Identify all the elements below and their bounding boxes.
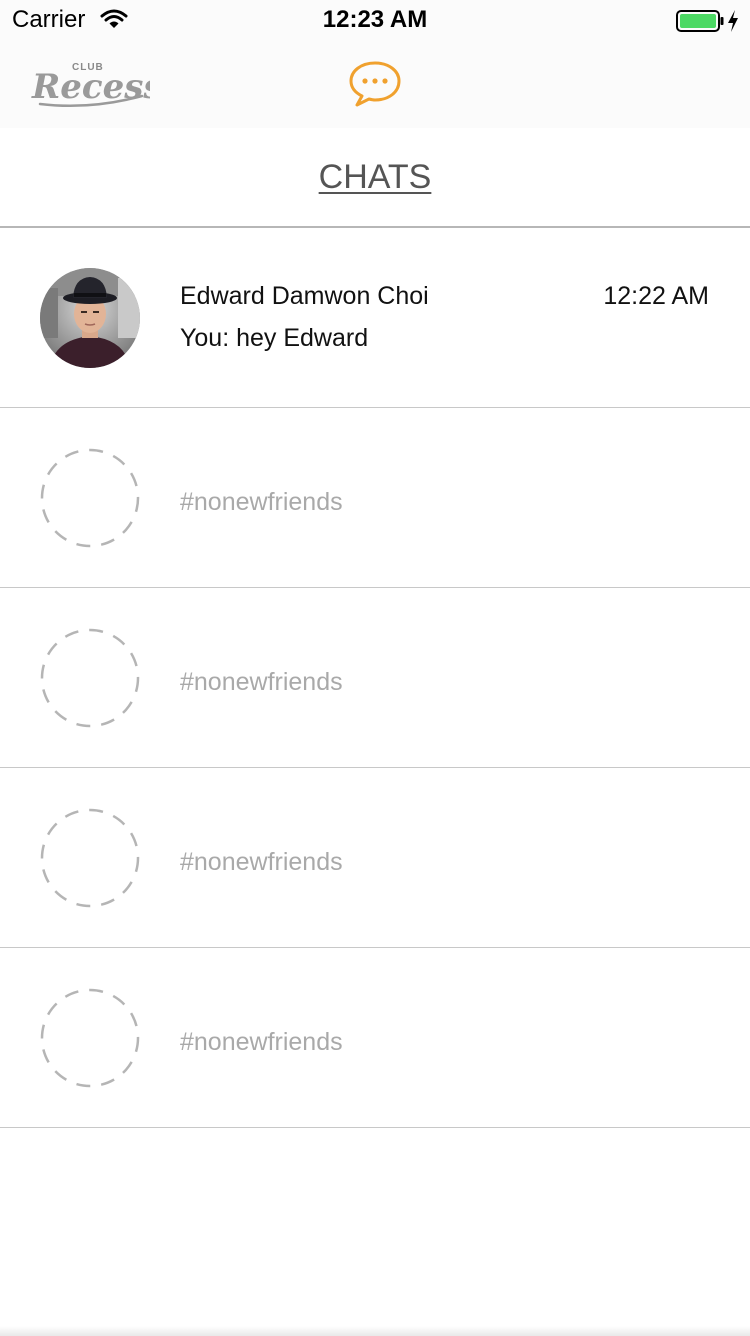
- logo-main-text: Recess: [31, 67, 150, 107]
- last-message-preview: You: hey Edward: [180, 324, 369, 352]
- empty-avatar-icon: [40, 988, 140, 1088]
- empty-avatar-icon: [40, 448, 140, 548]
- placeholder-label: #nonewfriends: [180, 488, 343, 516]
- chat-row[interactable]: Edward Damwon Choi You: hey Edward 12:22…: [0, 228, 750, 408]
- placeholder-row[interactable]: #nonewfriends: [0, 948, 750, 1128]
- placeholder-label: #nonewfriends: [180, 668, 343, 696]
- chat-list: Edward Damwon Choi You: hey Edward 12:22…: [0, 228, 750, 1128]
- placeholder-row[interactable]: #nonewfriends: [0, 768, 750, 948]
- title-section: CHATS: [0, 128, 750, 228]
- charging-bolt-icon: [726, 9, 740, 33]
- top-nav-bar: CLUB Recess: [0, 40, 750, 128]
- empty-avatar-icon: [40, 628, 140, 728]
- bottom-edge: [0, 1326, 750, 1336]
- club-recess-logo[interactable]: CLUB Recess: [30, 58, 163, 110]
- contact-name: Edward Damwon Choi: [180, 282, 429, 310]
- message-timestamp: 12:22 AM: [603, 282, 709, 310]
- avatar: [40, 268, 140, 368]
- battery-icon: [676, 10, 724, 32]
- placeholder-row[interactable]: #nonewfriends: [0, 408, 750, 588]
- page-title: CHATS: [318, 158, 432, 196]
- placeholder-row[interactable]: #nonewfriends: [0, 588, 750, 768]
- status-time: 12:23 AM: [322, 6, 428, 33]
- placeholder-label: #nonewfriends: [180, 848, 343, 876]
- placeholder-label: #nonewfriends: [180, 1028, 343, 1056]
- empty-avatar-icon: [40, 808, 140, 908]
- chat-bubble-icon[interactable]: [348, 60, 402, 108]
- status-bar: Carrier 12:23 AM: [0, 0, 750, 40]
